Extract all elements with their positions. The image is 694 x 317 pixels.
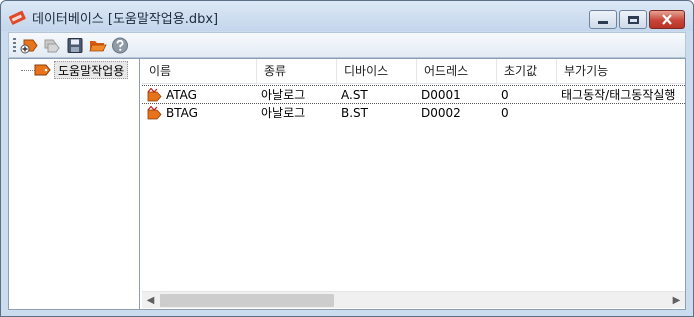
- database-app-icon: [9, 10, 26, 25]
- scroll-right-button[interactable]: ▶: [668, 292, 685, 309]
- analog-tag-icon: [147, 106, 162, 120]
- column-header-extra[interactable]: 부가기능: [557, 59, 685, 84]
- column-header-address[interactable]: 어드레스: [417, 59, 497, 84]
- cell-initial: 0: [501, 88, 509, 102]
- cell-device: B.ST: [341, 106, 368, 120]
- cell-name: ATAG: [166, 88, 197, 102]
- folder-open-icon[interactable]: [89, 37, 107, 54]
- cell-address: D0001: [421, 88, 461, 102]
- tag-list: 이름 종류 디바이스 어드레스 초기값 부가기능 ATAG 아날로그 A.ST …: [142, 59, 685, 309]
- add-tag-icon[interactable]: [20, 37, 38, 54]
- close-icon: [662, 14, 672, 25]
- horizontal-scrollbar[interactable]: ◀ ▶: [142, 291, 685, 308]
- column-header-initial[interactable]: 초기값: [497, 59, 557, 84]
- toolbar-grip[interactable]: [13, 38, 16, 53]
- table-row[interactable]: BTAG 아날로그 B.ST D0002 0: [142, 104, 685, 123]
- table-row[interactable]: ATAG 아날로그 A.ST D0001 0 태그동작/태그동작실행: [142, 85, 685, 104]
- analog-tag-icon: [147, 88, 162, 102]
- scrollbar-thumb[interactable]: [160, 294, 334, 307]
- copy-tag-icon[interactable]: [43, 37, 61, 54]
- tag-group-icon: [34, 64, 51, 76]
- content-panel: 도움말작업용 이름 종류 디바이스 어드레스 초기값 부가기능 ATAG 아날로…: [8, 58, 686, 310]
- close-button[interactable]: [649, 10, 685, 29]
- tree-connector: [21, 70, 35, 71]
- cell-initial: 0: [501, 106, 509, 120]
- database-tree: 도움말작업용: [9, 59, 140, 309]
- toolbar: [8, 32, 686, 58]
- title-bar[interactable]: 데이터베이스 [도움말작업용.dbx]: [1, 1, 693, 31]
- chevron-left-icon: ◀: [146, 295, 155, 306]
- column-header-type[interactable]: 종류: [257, 59, 337, 84]
- scroll-left-button[interactable]: ◀: [142, 292, 159, 309]
- minimize-button[interactable]: [589, 10, 617, 29]
- cell-extra: 태그동작/태그동작실행: [561, 88, 676, 102]
- maximize-button[interactable]: [619, 10, 647, 29]
- database-window: 데이터베이스 [도움말작업용.dbx] 도움말작업용 이름 종류 디바이스 어드…: [0, 0, 694, 317]
- minimize-icon: [598, 21, 608, 24]
- cell-device: A.ST: [341, 88, 368, 102]
- column-header-name[interactable]: 이름: [142, 59, 257, 84]
- tree-item-root[interactable]: 도움말작업용: [54, 61, 129, 79]
- column-header-device[interactable]: 디바이스: [337, 59, 417, 84]
- cell-address: D0002: [421, 106, 461, 120]
- window-title: 데이터베이스 [도움말작업용.dbx]: [32, 12, 219, 27]
- list-header: 이름 종류 디바이스 어드레스 초기값 부가기능: [142, 59, 685, 84]
- cell-name: BTAG: [166, 106, 198, 120]
- floppy-disk-icon[interactable]: [66, 37, 84, 54]
- maximize-icon: [627, 15, 639, 24]
- cell-extra: [557, 104, 685, 123]
- cell-type: 아날로그: [261, 88, 306, 102]
- question-mark-icon[interactable]: [111, 37, 129, 54]
- chevron-right-icon: ▶: [672, 295, 681, 306]
- cell-type: 아날로그: [261, 106, 306, 120]
